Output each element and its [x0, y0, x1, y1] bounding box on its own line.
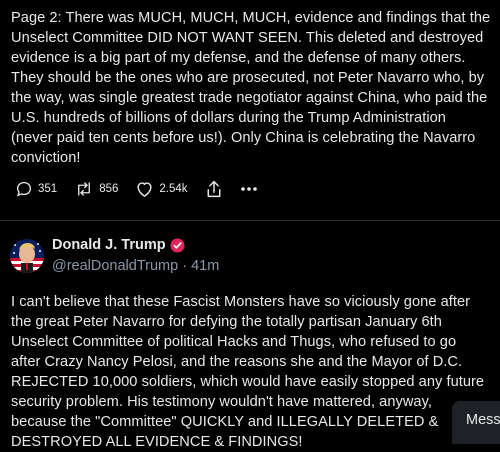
separator-dot: · — [182, 258, 188, 274]
post-actions-bar: 351 856 2.54k — [15, 178, 275, 200]
previous-post: Page 2: There was MUCH, MUCH, MUCH, evid… — [11, 0, 500, 168]
post-text: I can't believe that these Fascist Monst… — [11, 294, 485, 450]
messages-button[interactable]: Mess — [452, 401, 500, 444]
repost-button[interactable]: 856 — [74, 180, 118, 198]
reply-icon — [15, 180, 33, 198]
messages-button-label: Mess — [466, 412, 500, 428]
repost-count: 856 — [99, 183, 119, 195]
post-divider — [0, 220, 500, 221]
post-timestamp[interactable]: 41m — [191, 258, 219, 274]
post-author-header: Donald J. Trump @realDonaldTrump · 41m — [10, 234, 219, 278]
reply-button[interactable]: 351 — [15, 180, 57, 198]
post-body: I can't believe that these Fascist Monst… — [11, 292, 500, 452]
like-button[interactable]: 2.54k — [135, 180, 188, 198]
post-text: Page 2: There was MUCH, MUCH, MUCH, evid… — [11, 10, 491, 166]
more-options-button[interactable] — [240, 186, 258, 192]
like-icon — [135, 180, 154, 198]
repost-icon — [74, 180, 94, 198]
more-icon — [240, 186, 258, 192]
share-icon — [205, 179, 223, 199]
reply-count: 351 — [38, 183, 58, 195]
share-button[interactable] — [205, 179, 223, 199]
author-display-name[interactable]: Donald J. Trump — [52, 237, 166, 253]
avatar[interactable] — [10, 239, 44, 273]
like-count: 2.54k — [159, 183, 188, 195]
verified-badge-icon — [170, 237, 185, 253]
author-handle[interactable]: @realDonaldTrump — [52, 258, 178, 274]
